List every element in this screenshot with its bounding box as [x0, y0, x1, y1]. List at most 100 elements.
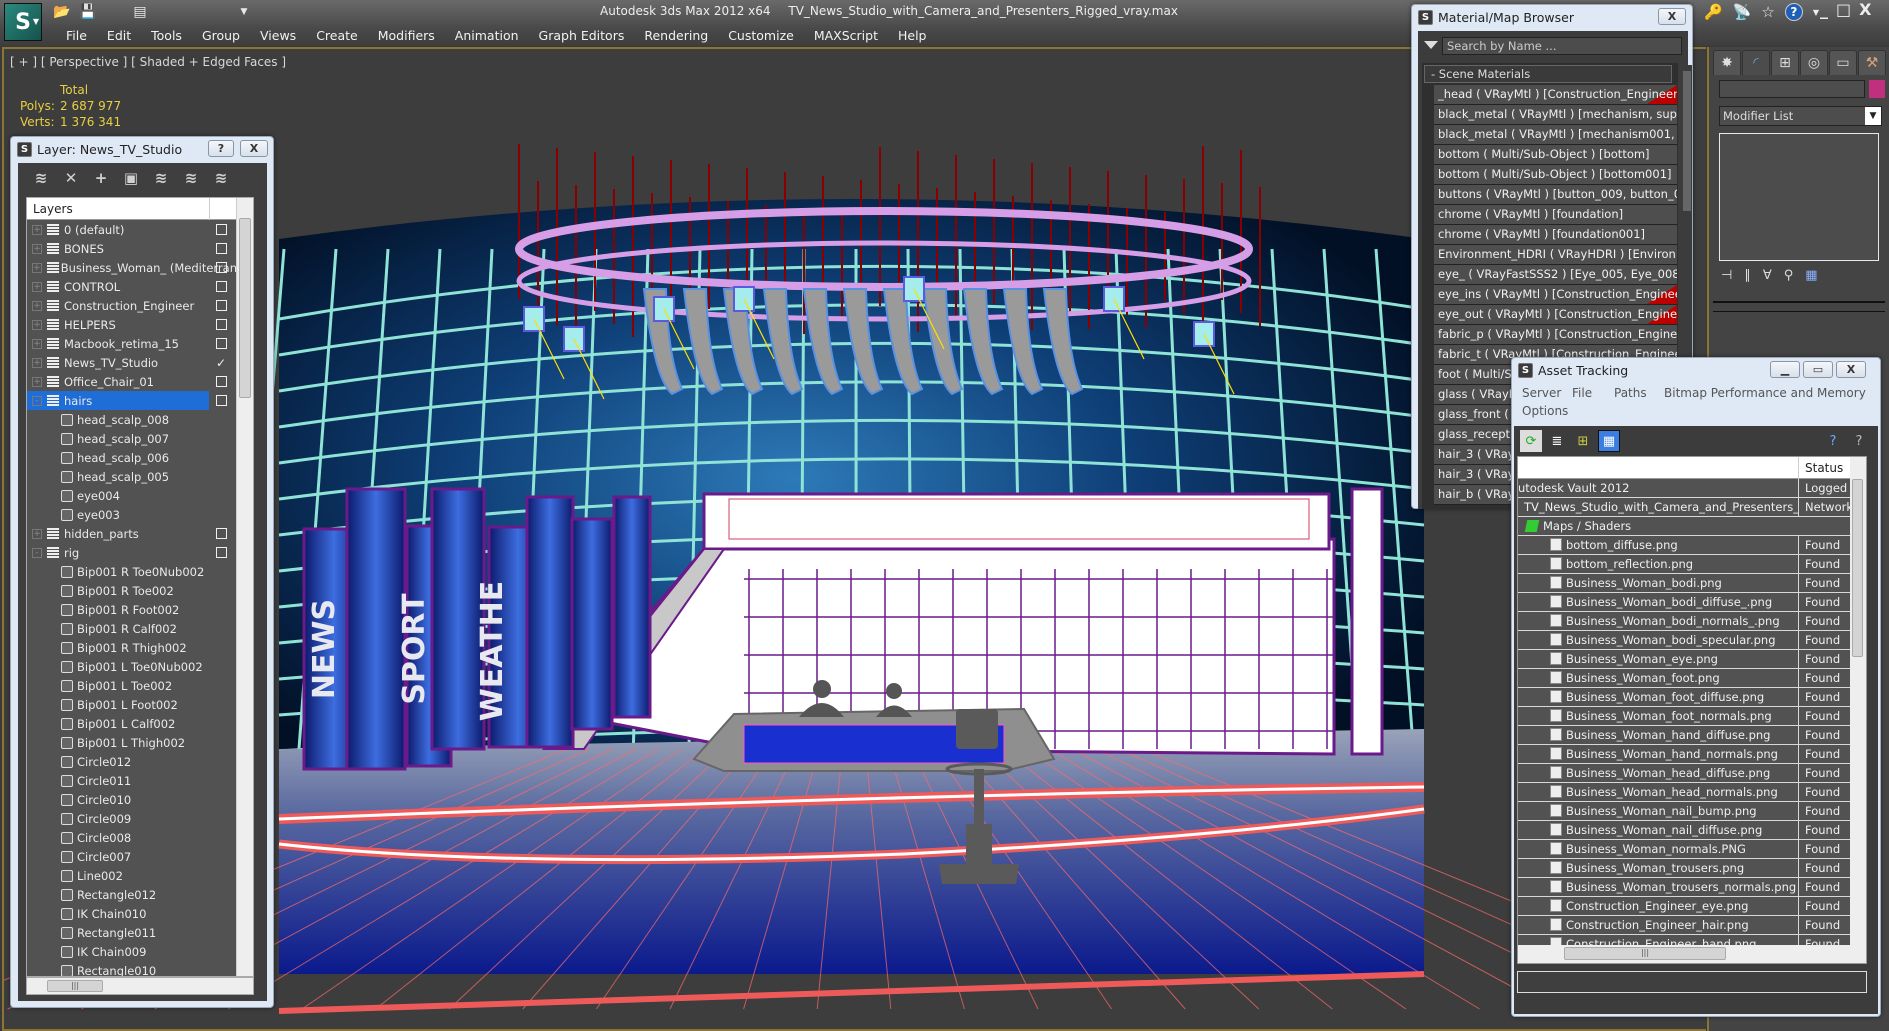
layer-row[interactable]: + HELPERS [27, 315, 237, 334]
object-row[interactable]: IK Chain009 [27, 942, 237, 961]
object-row[interactable]: Circle008 [27, 828, 237, 847]
asset-row[interactable]: Business_Woman_hand_diffuse.png Found [1518, 726, 1866, 745]
object-name-input[interactable] [1719, 80, 1865, 98]
project-icon[interactable]: ▤ [130, 3, 150, 21]
display-icon[interactable]: ▭ [1829, 50, 1857, 75]
object-row[interactable]: head_scalp_005 [27, 467, 237, 486]
object-row[interactable]: Circle011 [27, 771, 237, 790]
material-item[interactable]: eye_ins ( VRayMtl ) [Construction_Engine… [1434, 285, 1677, 305]
asset-row[interactable]: Business_Woman_bodi.png Found [1518, 574, 1866, 593]
key-icon[interactable]: 🔑 [1704, 3, 1723, 21]
scrollbar-thumb[interactable]: ||| [47, 980, 103, 992]
layer-row[interactable]: - rig [27, 543, 237, 562]
scrollbar-thumb[interactable] [1852, 479, 1863, 657]
asset-row[interactable]: Business_Woman_nail_bump.png Found [1518, 802, 1866, 821]
material-item[interactable]: _head ( VRayMtl ) [Construction_Engineer… [1434, 85, 1677, 105]
menu-paths[interactable]: Paths [1614, 386, 1647, 400]
object-row[interactable]: Bip001 R Calf002 [27, 619, 237, 638]
asset-row[interactable]: Business_Woman_trousers.png Found [1518, 859, 1866, 878]
current-layer-checkbox[interactable] [216, 300, 227, 311]
layer-row[interactable]: + News_TV_Studio ✓ [27, 353, 237, 372]
menu-file[interactable]: File [56, 27, 97, 45]
layer-row[interactable]: + Construction_Engineer [27, 296, 237, 315]
material-item[interactable]: eye_out ( VRayMtl ) [Construction_Engine… [1434, 305, 1677, 325]
modifier-stack[interactable] [1719, 133, 1879, 261]
menu-file[interactable]: File [1572, 386, 1592, 400]
asset-row[interactable]: bottom_diffuse.png Found [1518, 536, 1866, 555]
highlight-icon[interactable]: ≋ [152, 169, 170, 187]
asset-row[interactable]: Construction_Engineer_hair.png Found [1518, 916, 1866, 935]
object-row[interactable]: head_scalp_007 [27, 429, 237, 448]
object-row[interactable]: Bip001 L Foot002 [27, 695, 237, 714]
layer-list-horizontal-scrollbar[interactable]: ||| [26, 977, 254, 995]
layer-row[interactable]: + Macbook_retima_15 [27, 334, 237, 353]
object-row[interactable]: Bip001 R Toe002 [27, 581, 237, 600]
expand-icon[interactable]: + [32, 376, 42, 387]
expand-icon[interactable]: + [32, 319, 42, 330]
layer-row[interactable]: - hairs [27, 391, 227, 410]
layer-row[interactable]: +0 (default) [27, 220, 237, 239]
application-button[interactable]: S ▼ [4, 3, 42, 41]
object-row[interactable]: Circle007 [27, 847, 237, 866]
asset-row[interactable]: utodesk Vault 2012 Logged Out [1518, 479, 1866, 498]
viewport-label[interactable]: [ + ] [ Perspective ] [ Shaded + Edged F… [10, 55, 286, 69]
object-row[interactable]: Rectangle012 [27, 885, 237, 904]
select-objects-icon[interactable]: ▣ [122, 169, 140, 187]
minimize-button[interactable]: _ [1820, 0, 1828, 19]
hide-all-icon[interactable]: ≋ [182, 169, 200, 187]
motion-icon[interactable]: ◎ [1800, 50, 1828, 75]
asset-row[interactable]: Business_Woman_bodi_specular.png Found [1518, 631, 1866, 650]
object-row[interactable]: IK Chain010 [27, 904, 237, 923]
expand-icon[interactable]: + [32, 281, 42, 292]
layer-row[interactable]: + CONTROL [27, 277, 237, 296]
asset-row[interactable]: Maps / Shaders [1518, 517, 1866, 536]
configure-sets-icon[interactable]: ▦ [1805, 268, 1817, 283]
asset-row[interactable]: TV_News_Studio_with_Camera_and_Presenter… [1518, 498, 1866, 517]
menu-edit[interactable]: Edit [97, 27, 141, 45]
close-button[interactable]: X [240, 140, 268, 157]
asset-row[interactable]: Business_Woman_normals.PNG Found [1518, 840, 1866, 859]
material-item[interactable]: eye_ ( VRayFastSSS2 ) [Eye_005, Eye_008] [1434, 265, 1677, 285]
close-button[interactable]: X [1859, 0, 1871, 19]
expand-icon[interactable]: + [32, 338, 42, 349]
collapse-icon[interactable]: - [32, 547, 42, 558]
object-row[interactable]: Bip001 L Thigh002 [27, 733, 237, 752]
menu-tools[interactable]: Tools [141, 27, 192, 45]
maximize-button[interactable]: □ [1836, 0, 1851, 19]
scene-materials-group[interactable]: - Scene Materials [1424, 65, 1672, 83]
scrollbar-thumb[interactable]: ||| [1564, 947, 1726, 960]
asset-row[interactable]: Business_Woman_trousers_normals.png Found [1518, 878, 1866, 897]
layer-list-vertical-scrollbar[interactable] [236, 198, 253, 976]
current-layer-checkbox[interactable] [216, 395, 227, 406]
object-row[interactable]: Line002 [27, 866, 237, 885]
material-item[interactable]: fabric_p ( VRayMtl ) [Construction_Engin… [1434, 325, 1677, 345]
asset-row[interactable]: Business_Woman_bodi_normals_.png Found [1518, 612, 1866, 631]
table-view-icon[interactable]: ▦ [1598, 430, 1620, 452]
close-button[interactable]: X [1836, 361, 1866, 378]
object-row[interactable]: Bip001 R Thigh002 [27, 638, 237, 657]
current-layer-checkbox[interactable] [216, 319, 227, 330]
object-row[interactable]: eye004 [27, 486, 237, 505]
tree-view-icon[interactable]: ⊞ [1572, 430, 1594, 452]
asset-row[interactable]: Business_Woman_eye.png Found [1518, 650, 1866, 669]
menu-customize[interactable]: Customize [718, 27, 804, 45]
help-dropdown-icon[interactable]: ▼ [1813, 8, 1819, 17]
material-item[interactable]: bottom ( Multi/Sub-Object ) [bottom001] [1434, 165, 1677, 185]
asset-row[interactable]: Business_Woman_bodi_diffuse_.png Found [1518, 593, 1866, 612]
maximize-button[interactable]: ▭ [1803, 361, 1833, 378]
layer-row[interactable]: + hidden_parts [27, 524, 237, 543]
object-row[interactable]: Bip001 R Toe0Nub002 [27, 562, 237, 581]
expand-icon[interactable]: + [32, 262, 42, 273]
asset-row[interactable]: Business_Woman_hand_normals.png Found [1518, 745, 1866, 764]
menu-rendering[interactable]: Rendering [634, 27, 718, 45]
help-icon[interactable]: ? [1784, 3, 1803, 21]
asset-row[interactable]: Business_Woman_head_normals.png Found [1518, 783, 1866, 802]
material-item[interactable]: chrome ( VRayMtl ) [foundation001] [1434, 225, 1677, 245]
browser-options-icon[interactable] [1424, 41, 1438, 49]
delete-layer-icon[interactable]: ✕ [62, 169, 80, 187]
expand-icon[interactable]: + [32, 528, 42, 539]
asset-row[interactable]: bottom_reflection.png Found [1518, 555, 1866, 574]
expand-icon[interactable]: + [32, 224, 42, 235]
customize-qat-icon[interactable]: ▼ [234, 3, 254, 21]
object-row[interactable]: Bip001 R Foot002 [27, 600, 237, 619]
